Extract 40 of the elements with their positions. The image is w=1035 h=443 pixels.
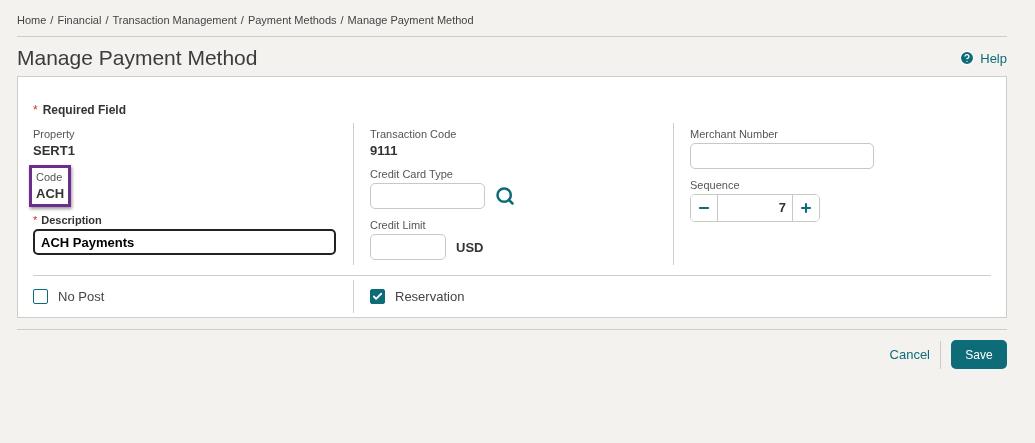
breadcrumb-separator: / xyxy=(240,14,244,26)
field-label: Sequence xyxy=(690,179,741,191)
page-title: Manage Payment Method xyxy=(17,46,258,70)
save-button[interactable]: Save xyxy=(951,340,1007,369)
required-note: Required Field xyxy=(42,103,126,117)
checkbox-option[interactable]: No Post xyxy=(33,289,105,304)
field-label: Transaction Code xyxy=(370,128,457,140)
breadcrumb-link[interactable]: Payment Methods xyxy=(247,14,337,26)
breadcrumb-separator: / xyxy=(340,14,344,26)
text-input[interactable] xyxy=(690,143,874,169)
breadcrumb-link[interactable]: Home xyxy=(17,14,47,26)
breadcrumb-link[interactable]: Manage Payment Method xyxy=(347,14,474,26)
search-icon[interactable] xyxy=(495,186,515,206)
amount-input[interactable] xyxy=(370,234,446,260)
breadcrumb-link[interactable]: Financial xyxy=(57,14,102,26)
field-value: 9111 xyxy=(370,143,399,158)
number-stepper[interactable]: 7 xyxy=(690,194,820,222)
cancel-link[interactable]: Cancel xyxy=(889,340,941,369)
field-value: ACH xyxy=(36,186,65,201)
required-marker: * xyxy=(33,103,38,117)
text-input[interactable] xyxy=(370,183,485,209)
checkbox[interactable] xyxy=(370,289,385,304)
checkbox-option[interactable]: Reservation xyxy=(370,289,465,304)
field-value: SERT1 xyxy=(33,143,75,158)
breadcrumb-separator: / xyxy=(105,14,109,26)
field-label: Merchant Number xyxy=(690,128,780,140)
breadcrumb-link[interactable]: Transaction Management xyxy=(112,14,237,26)
field-label: Description xyxy=(41,214,102,226)
help-icon xyxy=(959,50,976,66)
field-label: Credit Card Type xyxy=(370,168,454,180)
plus-icon xyxy=(799,201,813,215)
checkbox[interactable] xyxy=(33,289,48,304)
text-input[interactable]: ACH Payments xyxy=(33,229,336,255)
required-marker: * xyxy=(33,214,38,226)
field-label: Credit Limit xyxy=(370,219,427,231)
help-link[interactable]: Help xyxy=(959,50,1007,66)
field-label: Code xyxy=(36,171,64,183)
field-label: Property xyxy=(33,128,75,140)
currency-label: USD xyxy=(456,239,484,255)
breadcrumb-separator: / xyxy=(50,14,54,26)
